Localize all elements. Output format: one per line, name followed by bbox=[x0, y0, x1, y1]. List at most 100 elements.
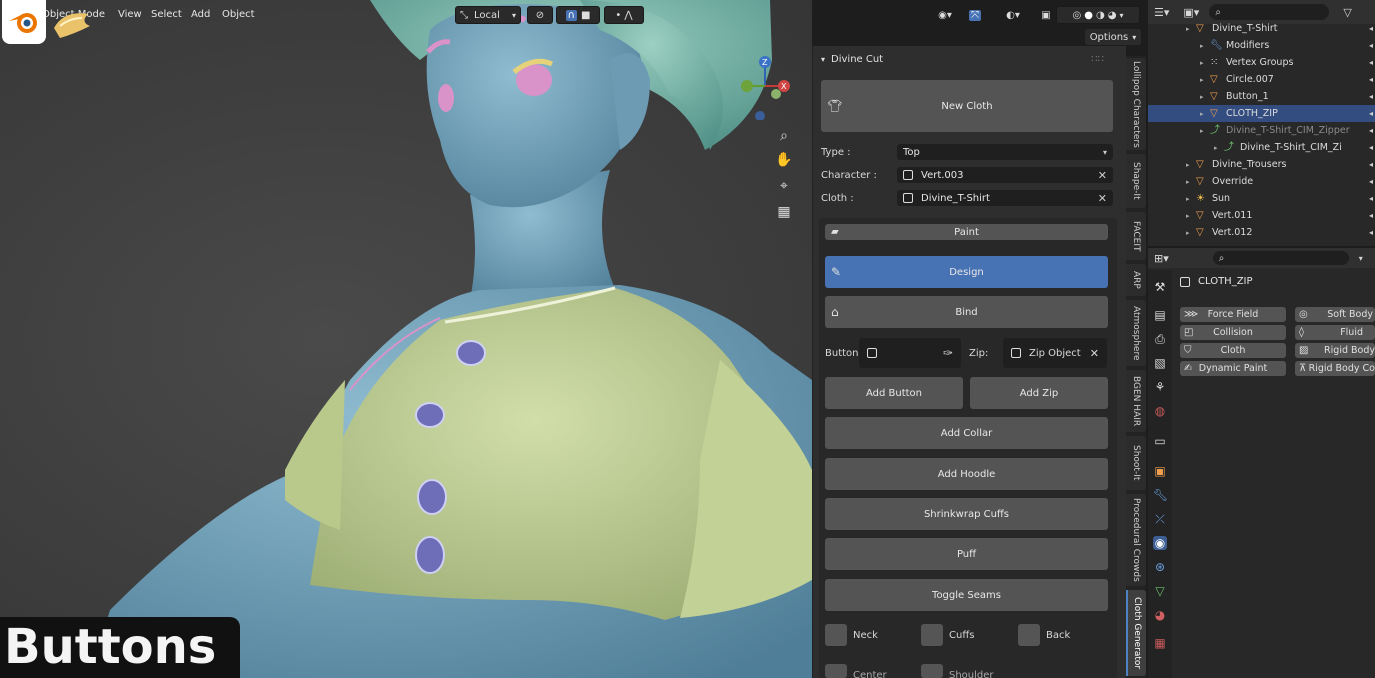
expand-arrow-icon[interactable]: ▸ bbox=[1186, 195, 1196, 203]
outliner-row[interactable]: ▸ ⤴ Divine_T-Shirt_CIM_Zipper ◂ bbox=[1148, 122, 1375, 139]
transform-orientation-dropdown[interactable]: ⤡ Local ▾ bbox=[455, 6, 521, 24]
visibility-icon[interactable]: ◂ bbox=[1369, 228, 1373, 237]
cuffs-checkbox[interactable] bbox=[921, 624, 943, 646]
tab-shoot-it[interactable]: Shoot-It bbox=[1126, 436, 1146, 490]
neck-checkbox[interactable] bbox=[825, 624, 847, 646]
design-button[interactable]: ✎ Design bbox=[825, 256, 1108, 288]
output-tab-icon[interactable]: ⎙ bbox=[1153, 332, 1167, 346]
visibility-icon[interactable]: ◂ bbox=[1369, 41, 1373, 50]
outliner-row[interactable]: ▸ ▽ Vert.011 ◂ bbox=[1148, 207, 1375, 224]
visibility-icon[interactable]: ◂ bbox=[1369, 92, 1373, 101]
tab-atmosphere[interactable]: Atmosphere bbox=[1126, 300, 1146, 366]
chevron-down-icon[interactable]: ▾ bbox=[1359, 254, 1363, 263]
camera-icon[interactable]: ⌖ bbox=[774, 176, 794, 196]
tab-bgen-hair[interactable]: BGEN HAIR bbox=[1126, 370, 1146, 432]
new-cloth-button[interactable]: 👕︎ New Cloth bbox=[821, 80, 1113, 132]
overlay-toggle[interactable]: ◐▾ bbox=[998, 6, 1028, 24]
grid-icon[interactable]: ▦ bbox=[774, 202, 794, 222]
expand-arrow-icon[interactable]: ▸ bbox=[1186, 161, 1196, 169]
visibility-icon[interactable]: ◂ bbox=[1369, 160, 1373, 169]
rigid-body-button[interactable]: ▨ Rigid Body bbox=[1295, 343, 1375, 358]
paint-button[interactable]: ▰ Paint bbox=[825, 224, 1108, 240]
visibility-dropdown[interactable]: ◉▾ bbox=[930, 6, 960, 24]
cloth-physics-button[interactable]: ⛉ Cloth bbox=[1180, 343, 1286, 358]
tab-arp[interactable]: ARP bbox=[1126, 264, 1146, 296]
material-shading-icon[interactable]: ◑ bbox=[1096, 10, 1105, 21]
tab-shape-it[interactable]: Shape-It bbox=[1126, 154, 1146, 208]
outliner-row[interactable]: ▸ ▽ Divine_Trousers ◂ bbox=[1148, 156, 1375, 173]
render-tab-icon[interactable]: ▤ bbox=[1153, 308, 1167, 322]
outliner-row[interactable]: ▸ ▽ CLOTH_ZIP ◂ bbox=[1148, 105, 1375, 122]
outliner-row[interactable]: ▸ ☀ Sun ◂ bbox=[1148, 190, 1375, 207]
expand-arrow-icon[interactable]: ▸ bbox=[1200, 93, 1210, 101]
pivot-point-dropdown[interactable]: ⊘ bbox=[527, 6, 553, 24]
bind-button[interactable]: ⌂ Bind bbox=[825, 296, 1108, 328]
outliner-row[interactable]: ▸ ⁙ Vertex Groups ◂ bbox=[1148, 54, 1375, 71]
editor-type-icon[interactable]: ☰▾ bbox=[1154, 6, 1169, 19]
snap-toggle[interactable]: ∩ ■ bbox=[556, 6, 600, 24]
toggle-seams-button[interactable]: Toggle Seams bbox=[825, 579, 1108, 611]
shrinkwrap-cuffs-button[interactable]: Shrinkwrap Cuffs bbox=[825, 498, 1108, 530]
add-zip-button[interactable]: Add Zip bbox=[970, 377, 1108, 409]
clear-icon[interactable]: ✕ bbox=[1098, 192, 1107, 205]
visibility-icon[interactable]: ◂ bbox=[1369, 143, 1373, 152]
center-checkbox[interactable] bbox=[825, 664, 847, 678]
world-tab-icon[interactable]: ◍ bbox=[1153, 404, 1167, 418]
tab-faceit[interactable]: FACEIT bbox=[1126, 212, 1146, 260]
properties-search-input[interactable]: ⌕ bbox=[1212, 251, 1349, 265]
tab-cloth-generator[interactable]: Cloth Generator bbox=[1126, 590, 1146, 676]
editor-type-icon[interactable]: ⊞▾ bbox=[1154, 252, 1169, 265]
filter-icon[interactable]: ▽ bbox=[1343, 6, 1351, 19]
object-tab-icon[interactable]: ▣ bbox=[1153, 464, 1167, 478]
fluid-button[interactable]: ◊ Fluid bbox=[1295, 325, 1375, 340]
visibility-icon[interactable]: ◂ bbox=[1369, 75, 1373, 84]
clear-icon[interactable]: ✕ bbox=[1090, 347, 1099, 360]
view-layer-tab-icon[interactable]: ▧ bbox=[1153, 356, 1167, 370]
wireframe-shading-icon[interactable]: ◎ bbox=[1073, 10, 1082, 21]
visibility-icon[interactable]: ◂ bbox=[1369, 109, 1373, 118]
rendered-shading-icon[interactable]: ◕ bbox=[1108, 10, 1117, 21]
expand-arrow-icon[interactable]: ▸ bbox=[1200, 59, 1210, 67]
tab-procedural-crowds[interactable]: Procedural Crowds bbox=[1126, 494, 1146, 586]
tab-lollipop-characters[interactable]: Lollipop Characters bbox=[1126, 58, 1146, 150]
outliner-search-input[interactable]: ⌕ bbox=[1209, 4, 1330, 20]
data-tab-icon[interactable]: ▽ bbox=[1153, 584, 1167, 598]
visibility-icon[interactable]: ◂ bbox=[1369, 24, 1373, 33]
expand-arrow-icon[interactable]: ▸ bbox=[1186, 178, 1196, 186]
menu-object[interactable]: Object bbox=[214, 9, 263, 20]
outliner-row[interactable]: ▸ ▽ Circle.007 ◂ bbox=[1148, 71, 1375, 88]
collection-tab-icon[interactable]: ▭ bbox=[1153, 434, 1167, 448]
outliner-row[interactable]: ▸ ▽ Divine_T-Shirt ◂ bbox=[1148, 20, 1375, 37]
solid-shading-icon[interactable]: ● bbox=[1084, 10, 1093, 21]
dynamic-paint-button[interactable]: ✍ Dynamic Paint bbox=[1180, 361, 1286, 376]
visibility-icon[interactable]: ◂ bbox=[1369, 126, 1373, 135]
visibility-icon[interactable]: ◂ bbox=[1369, 58, 1373, 67]
expand-arrow-icon[interactable]: ▸ bbox=[1200, 76, 1210, 84]
zip-object-field[interactable]: Zip Object ✕ bbox=[1003, 338, 1107, 368]
outliner-row[interactable]: ▸ 🔧︎ Modifiers ◂ bbox=[1148, 37, 1375, 54]
puff-button[interactable]: Puff bbox=[825, 538, 1108, 570]
proportional-edit-toggle[interactable]: • ⋀ bbox=[604, 6, 644, 24]
expand-arrow-icon[interactable]: ▸ bbox=[1200, 110, 1210, 118]
zoom-icon[interactable]: ⌕ bbox=[774, 126, 794, 146]
outliner-row[interactable]: ▸ ▽ Vert.012 ◂ bbox=[1148, 224, 1375, 241]
xray-toggle[interactable]: ▣ bbox=[1036, 6, 1056, 24]
physics-tab-icon[interactable]: ◉ bbox=[1153, 536, 1167, 550]
expand-arrow-icon[interactable]: ▸ bbox=[1214, 144, 1224, 152]
outliner-row[interactable]: ▸ ⤴ Divine_T-Shirt_CIM_Zi ◂ bbox=[1148, 139, 1375, 156]
clear-icon[interactable]: ✕ bbox=[1098, 169, 1107, 182]
visibility-icon[interactable]: ◂ bbox=[1369, 211, 1373, 220]
expand-arrow-icon[interactable]: ▸ bbox=[1200, 127, 1210, 135]
gizmo-toggle[interactable]: ⤧ bbox=[960, 6, 990, 24]
drag-handle-icon[interactable]: ∷∷ bbox=[1091, 54, 1104, 65]
material-tab-icon[interactable]: ◕ bbox=[1153, 608, 1167, 622]
pan-hand-icon[interactable]: ✋ bbox=[774, 150, 794, 170]
constraints-tab-icon[interactable]: ⊛ bbox=[1153, 560, 1167, 574]
shoulder-checkbox[interactable] bbox=[921, 664, 943, 678]
expand-arrow-icon[interactable]: ▸ bbox=[1186, 212, 1196, 220]
expand-arrow-icon[interactable]: ▸ bbox=[1200, 42, 1210, 50]
scene-tab-icon[interactable]: ⚘ bbox=[1153, 380, 1167, 394]
display-mode-icon[interactable]: ▣▾ bbox=[1183, 6, 1199, 19]
expand-arrow-icon[interactable]: ▸ bbox=[1186, 229, 1196, 237]
back-checkbox[interactable] bbox=[1018, 624, 1040, 646]
